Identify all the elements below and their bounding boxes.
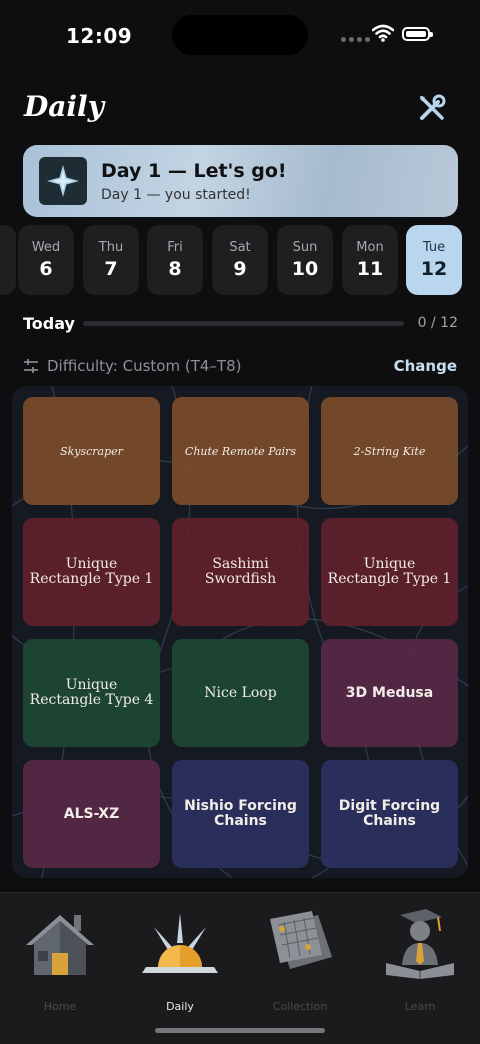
puzzle-tile[interactable]: 3D Medusa [321,639,458,747]
tab-label: Home [43,1000,77,1013]
puzzle-sheets-icon [270,911,332,969]
puzzle-name: Unique Rectangle Type 1 [327,556,452,587]
puzzle-tile[interactable]: Unique Rectangle Type 1 [23,518,160,626]
banner-title: Day 1 — Let's go! [101,160,287,182]
day-name: Mon [356,240,384,255]
tab-home[interactable]: Home [0,905,120,1013]
day-name: Fri [167,240,183,255]
banner-subtitle: Day 1 — you started! [101,187,251,203]
day-name: Wed [31,240,61,255]
status-time: 12:09 [66,24,133,48]
day-tile-sat[interactable]: Sat 9 [212,225,268,295]
puzzle-name: Unique Rectangle Type 1 [29,556,154,587]
puzzle-name: 2-String Kite [353,444,426,458]
dynamic-island [172,15,308,55]
house-icon [26,915,94,975]
day-date: 12 [420,258,448,280]
puzzle-tile[interactable]: Unique Rectangle Type 1 [321,518,458,626]
day-name: Tue [422,240,446,255]
day-tile-mon[interactable]: Mon 11 [342,225,398,295]
puzzle-tile[interactable]: Nishio Forcing Chains [172,760,309,868]
home-indicator [155,1028,325,1033]
tab-bar: Home Daily Collection Learn [0,892,480,1044]
day-tile-wed[interactable]: Wed 6 [18,225,74,295]
day-date: 9 [233,258,247,280]
day-date: 11 [356,258,384,280]
tab-label: Daily [166,1000,194,1013]
day-tile-partial[interactable] [0,225,16,295]
day-tile-tue-selected[interactable]: Tue 12 [406,225,462,295]
puzzle-name: Nice Loop [204,684,277,701]
day-name: Sun [292,240,318,255]
four-point-star-icon [39,157,87,205]
battery-icon [402,27,433,41]
wifi-icon [372,24,394,42]
puzzle-name: 3D Medusa [345,684,434,701]
day-date: 6 [39,258,53,280]
sunrise-icon [142,913,218,973]
tab-daily[interactable]: Daily [120,905,240,1013]
tab-label: Learn [404,1000,436,1013]
achievement-banner[interactable]: Day 1 — Let's go! Day 1 — you started! [23,145,458,217]
puzzle-tile[interactable]: Sashimi Swordfish [172,518,309,626]
puzzle-name: Nishio Forcing Chains [184,798,297,829]
progress-bar [83,321,404,326]
puzzle-name: Chute Remote Pairs [184,444,297,458]
page-title: Daily [24,90,104,123]
puzzle-tile[interactable]: Unique Rectangle Type 4 [23,639,160,747]
sliders-icon [24,359,38,373]
puzzle-tile[interactable]: Digit Forcing Chains [321,760,458,868]
day-name: Thu [98,240,124,255]
puzzle-name: Sashimi Swordfish [204,556,277,587]
tab-learn[interactable]: Learn [360,905,480,1013]
puzzle-name: ALS-XZ [63,805,120,822]
day-name: Sat [229,240,251,255]
difficulty-label: Difficulty: Custom (T4–T8) [47,357,242,375]
day-date: 10 [291,258,319,280]
day-date: 7 [104,258,118,280]
day-tile-sun[interactable]: Sun 10 [277,225,333,295]
signal-icon [341,37,370,42]
today-label: Today [23,314,75,333]
day-selector: Wed 6 Thu 7 Fri 8 Sat 9 Sun 10 Mon 11 Tu… [0,225,480,295]
puzzle-name: Skyscraper [60,444,123,458]
change-difficulty-button[interactable]: Change [394,357,457,375]
puzzle-name: Unique Rectangle Type 4 [29,677,154,708]
status-bar: 12:09 [0,0,480,72]
day-date: 8 [168,258,182,280]
puzzle-tile[interactable]: Nice Loop [172,639,309,747]
graduate-book-icon [386,909,454,979]
puzzle-tile[interactable]: ALS-XZ [23,760,160,868]
tab-collection[interactable]: Collection [240,905,360,1013]
puzzle-name: Digit Forcing Chains [338,798,441,829]
day-tile-thu[interactable]: Thu 7 [83,225,139,295]
puzzle-tile[interactable]: 2-String Kite [321,397,458,505]
progress-count: 0 / 12 [417,315,458,331]
puzzle-tile[interactable]: Chute Remote Pairs [172,397,309,505]
puzzle-tile[interactable]: Skyscraper [23,397,160,505]
difficulty-row: Difficulty: Custom (T4–T8) [23,357,241,375]
puzzle-board: Skyscraper Chute Remote Pairs 2-String K… [12,386,468,878]
tab-label: Collection [272,1000,328,1013]
day-tile-fri[interactable]: Fri 8 [147,225,203,295]
wrench-screwdriver-icon[interactable] [416,92,448,124]
